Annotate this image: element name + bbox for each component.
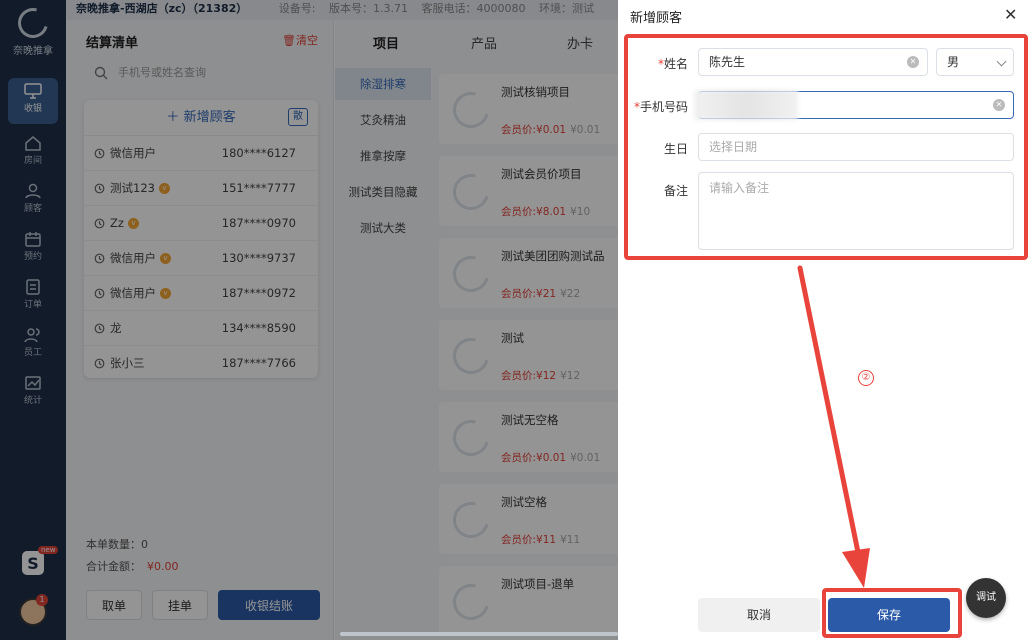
annotation-highlight-form <box>624 34 1028 260</box>
drawer-title: 新增顾客 <box>630 11 683 26</box>
annotation-highlight-save <box>822 588 962 638</box>
scroll-handle[interactable] <box>340 632 618 636</box>
annotation-arrow <box>797 265 870 588</box>
step-marker: ② <box>858 370 874 386</box>
close-icon[interactable]: ✕ <box>1004 5 1017 24</box>
modal-overlay[interactable] <box>0 0 618 640</box>
debug-button[interactable]: 调试 <box>966 578 1006 618</box>
add-customer-drawer: 新增顾客 ✕ *姓名 陈先生 ✕ 男 *手机号码 ✕ 生日 选择日期 备注 请输… <box>618 0 1033 640</box>
cancel-button[interactable]: 取消 <box>698 598 820 632</box>
